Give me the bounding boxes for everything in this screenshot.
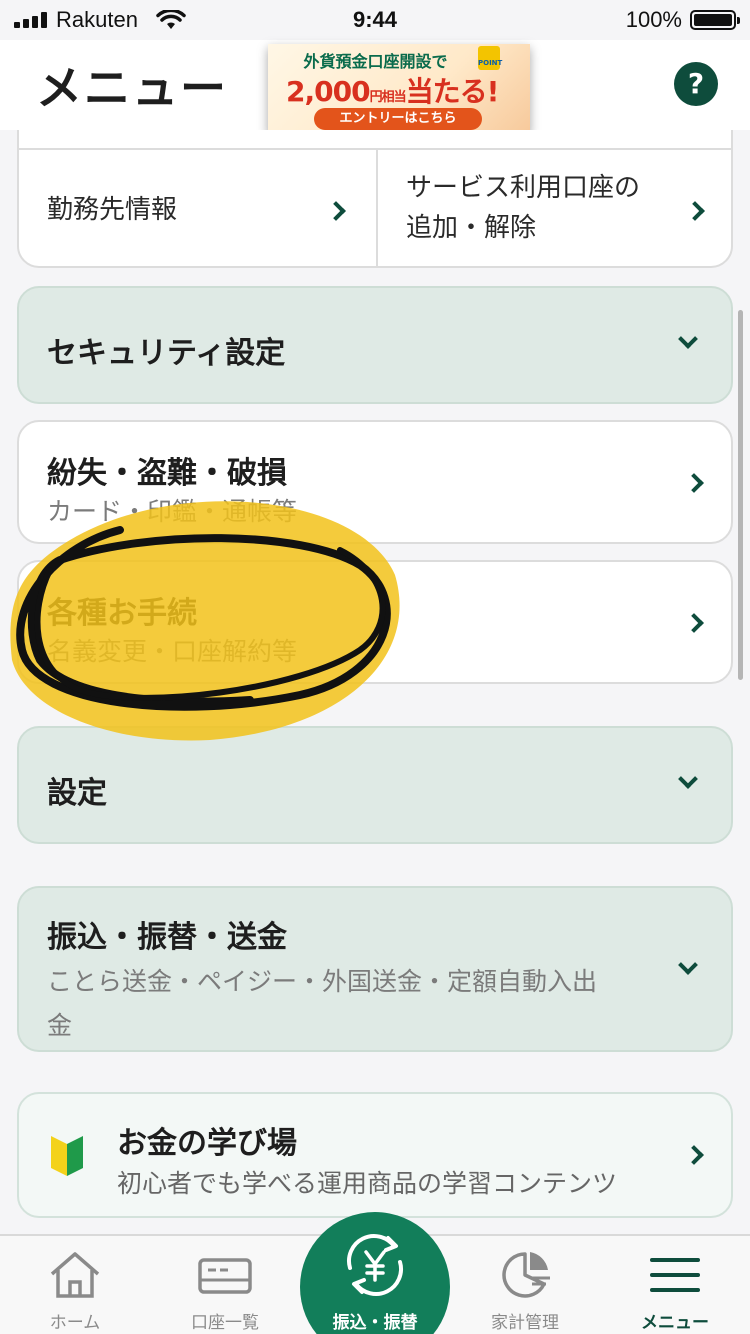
account-info-card: 勤務先情報 サービス利用口座の 追加・解除 xyxy=(17,130,733,268)
chevron-right-icon xyxy=(684,473,704,493)
transfer-title: 振込・振替・送金 xyxy=(47,920,287,955)
pie-chart-icon xyxy=(502,1252,550,1298)
procedures-item[interactable]: 各種お手続 名義変更・口座解約等 xyxy=(17,560,733,684)
transfer-subtitle-2: 金 xyxy=(47,1011,73,1040)
tab-household[interactable]: 家計管理 xyxy=(450,1236,600,1334)
promo-banner[interactable]: 外貨預金口座開設で POINT 2,000円相当当たる! エントリーはこちら xyxy=(268,44,530,134)
procedures-subtitle: 名義変更・口座解約等 xyxy=(47,637,298,666)
chevron-right-icon xyxy=(684,613,704,633)
header: メニュー 外貨預金口座開設で POINT 2,000円相当当たる! エントリーは… xyxy=(0,40,750,134)
transfer-section[interactable]: 振込・振替・送金 ことら送金・ペイジー・外国送金・定額自動入出 金 xyxy=(17,886,733,1052)
point-logo-icon: POINT xyxy=(478,46,502,70)
transfer-subtitle-1: ことら送金・ペイジー・外国送金・定額自動入出 xyxy=(47,967,598,996)
battery-percentage: 100% xyxy=(625,7,682,32)
learning-item[interactable]: お金の学び場 初心者でも学べる運用商品の学習コンテンツ xyxy=(17,1092,733,1218)
tab-menu[interactable]: メニュー xyxy=(600,1236,750,1334)
promo-amount-suffix: 円 xyxy=(369,90,383,105)
battery-icon xyxy=(690,10,740,30)
chevron-down-icon xyxy=(678,955,698,975)
yen-transfer-icon xyxy=(347,1234,403,1296)
service-account-item[interactable]: サービス利用口座の 追加・解除 xyxy=(378,150,731,266)
chevron-down-icon xyxy=(678,329,698,349)
tab-menu-label: メニュー xyxy=(641,1313,709,1333)
home-icon xyxy=(50,1252,100,1298)
service-account-label-1: サービス利用口座の xyxy=(406,173,641,203)
settings-title: 設定 xyxy=(47,776,107,811)
security-settings-title: セキュリティ設定 xyxy=(47,336,286,371)
promo-amount-value: 2,000 xyxy=(286,75,371,108)
promo-amount-note: 相当 xyxy=(381,90,407,105)
previous-row xyxy=(19,130,731,150)
help-button[interactable]: ? xyxy=(674,62,718,106)
chevron-right-icon xyxy=(326,201,346,221)
service-account-label-2: 追加・解除 xyxy=(406,213,537,243)
menu-list[interactable]: 勤務先情報 サービス利用口座の 追加・解除 セキュリティ設定 紛失・盗難・破損 … xyxy=(0,130,750,1234)
tab-accounts-label: 口座一覧 xyxy=(191,1313,259,1333)
card-icon xyxy=(198,1258,252,1294)
promo-amount: 2,000円相当当たる! xyxy=(286,70,500,110)
page-title: メニュー xyxy=(36,61,228,115)
loss-theft-title: 紛失・盗難・破損 xyxy=(47,456,287,491)
promo-entry-button[interactable]: エントリーはこちら xyxy=(314,108,482,130)
loss-theft-item[interactable]: 紛失・盗難・破損 カード・印鑑・通帳等 xyxy=(17,420,733,544)
beginner-mark-icon xyxy=(51,1136,83,1176)
chevron-down-icon xyxy=(678,769,698,789)
security-settings-section[interactable]: セキュリティ設定 xyxy=(17,286,733,404)
tab-transfer-label: 振込・振替 xyxy=(332,1313,418,1333)
chevron-right-icon xyxy=(684,1145,704,1165)
learning-subtitle: 初心者でも学べる運用商品の学習コンテンツ xyxy=(117,1169,618,1198)
procedures-title: 各種お手続 xyxy=(47,596,197,631)
chevron-right-icon xyxy=(685,201,705,221)
learning-title: お金の学び場 xyxy=(117,1126,297,1161)
menu-icon xyxy=(650,1258,700,1292)
tab-accounts[interactable]: 口座一覧 xyxy=(150,1236,300,1334)
tab-home-label: ホーム xyxy=(49,1313,101,1333)
loss-theft-subtitle: カード・印鑑・通帳等 xyxy=(47,497,298,526)
promo-amount-tail: 当たる! xyxy=(405,75,500,108)
settings-section[interactable]: 設定 xyxy=(17,726,733,844)
workplace-info-label: 勤務先情報 xyxy=(47,195,178,225)
promo-headline: 外貨預金口座開設で xyxy=(303,52,448,71)
tab-household-label: 家計管理 xyxy=(491,1313,559,1333)
workplace-info-item[interactable]: 勤務先情報 xyxy=(19,150,376,266)
tab-bar: ホーム 口座一覧 振込・振替 家計管理 メニュー xyxy=(0,1212,750,1334)
tab-home[interactable]: ホーム xyxy=(0,1236,150,1334)
status-bar: Rakuten 9:44 100% xyxy=(0,0,750,40)
scrollbar[interactable] xyxy=(738,310,743,680)
